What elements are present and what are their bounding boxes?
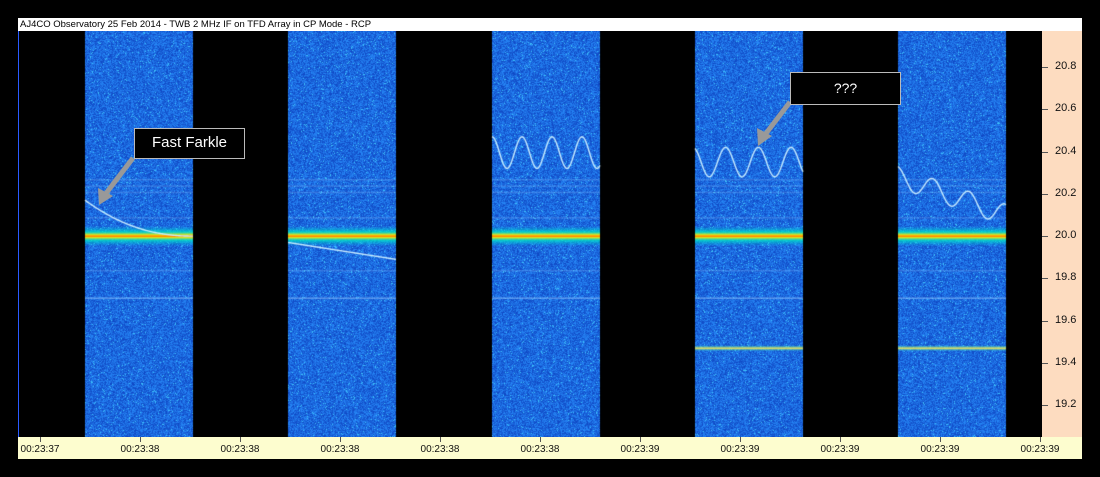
fast-farkle-label: Fast Farkle xyxy=(151,134,227,151)
callout-arrows xyxy=(98,100,792,205)
unknown-signal-arrow xyxy=(757,100,792,146)
unknown-signal-label: ??? xyxy=(833,80,858,96)
fast-farkle-arrow xyxy=(98,156,135,205)
unknown-signal-callout: ??? xyxy=(790,72,901,105)
spectrogram-window: AJ4CO Observatory 25 Feb 2014 - TWB 2 MH… xyxy=(0,0,1100,477)
fast-farkle-callout: Fast Farkle xyxy=(134,128,245,159)
